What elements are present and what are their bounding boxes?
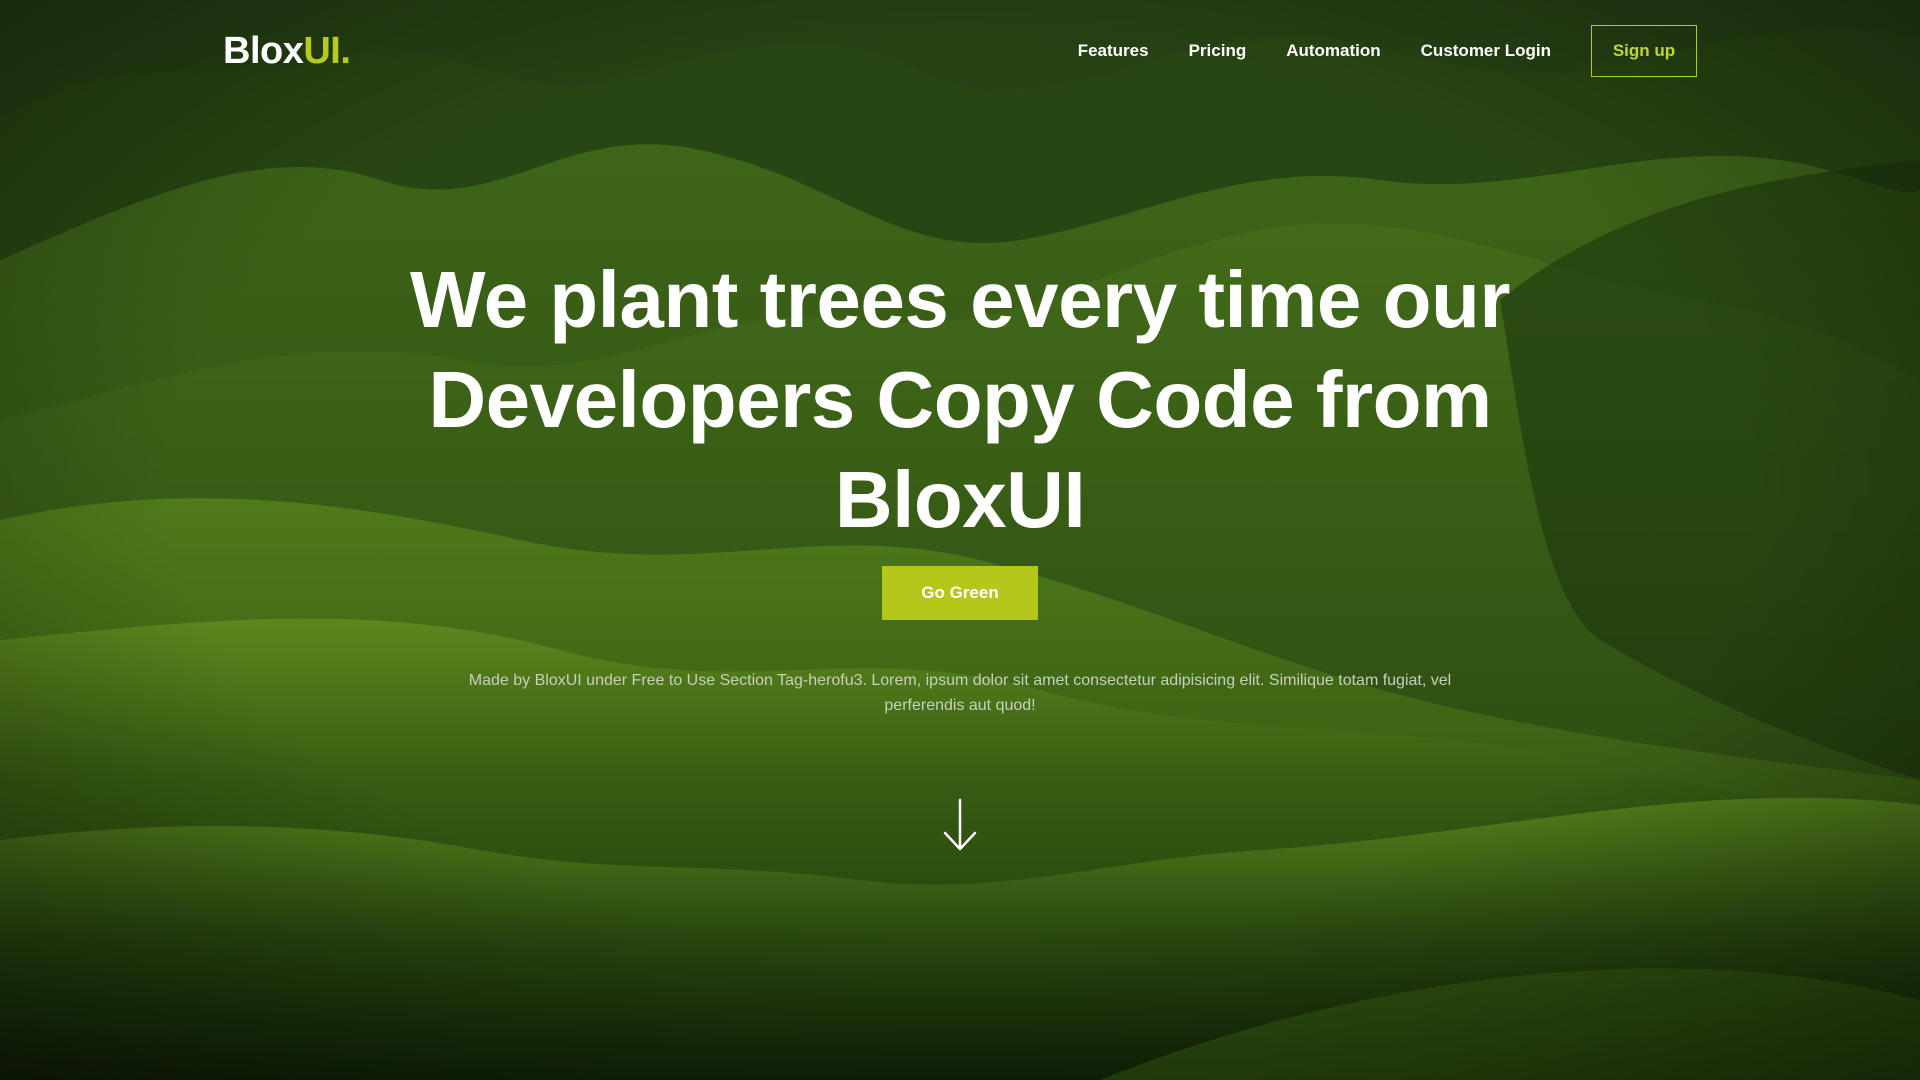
arrow-down-icon[interactable] <box>940 798 980 852</box>
hero-subtext: Made by BloxUI under Free to Use Section… <box>468 672 1452 714</box>
signup-button[interactable]: Sign up <box>1591 25 1697 77</box>
brand-name-accent: UI <box>303 30 341 72</box>
nav-link-automation[interactable]: Automation <box>1286 41 1380 61</box>
brand-name-dot: . <box>340 30 351 72</box>
brand-logo[interactable]: BloxUI. <box>223 28 351 74</box>
hero-section: BloxUI. Features Pricing Automation Cust… <box>0 0 1920 1080</box>
nav-link-features[interactable]: Features <box>1078 41 1149 61</box>
brand-name-main: Blox <box>223 30 304 72</box>
nav-link-pricing[interactable]: Pricing <box>1189 41 1247 61</box>
go-green-button[interactable]: Go Green <box>882 566 1038 620</box>
main-navigation: Features Pricing Automation Customer Log… <box>1078 24 1697 78</box>
hero-headline: We plant trees every time our Developers… <box>410 255 1511 544</box>
nav-link-customer-login[interactable]: Customer Login <box>1421 41 1551 61</box>
